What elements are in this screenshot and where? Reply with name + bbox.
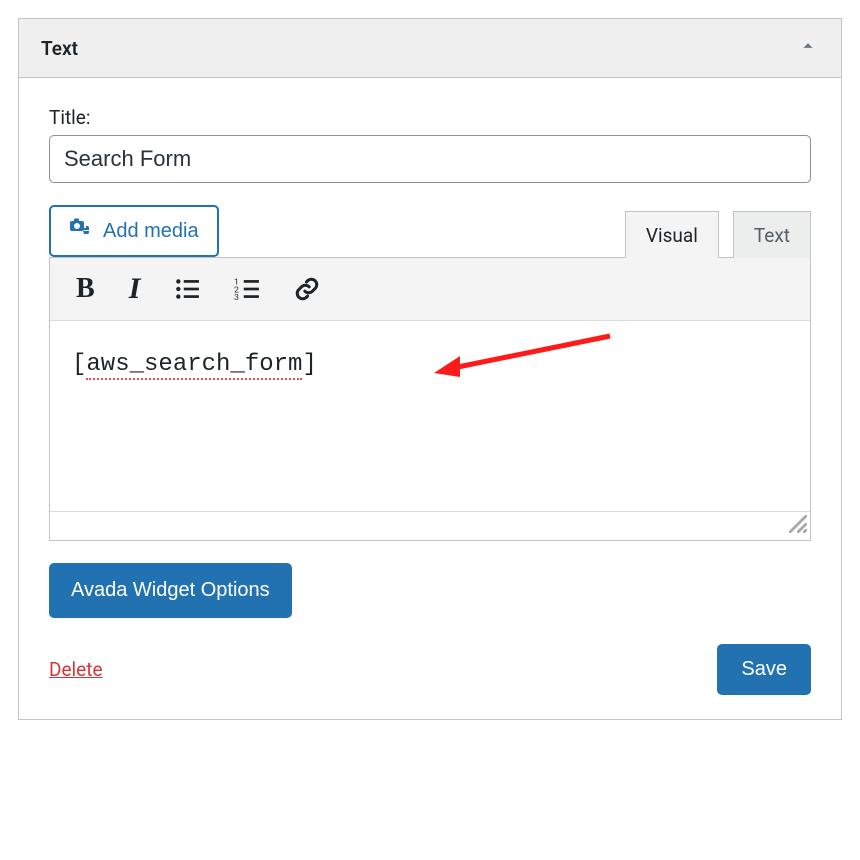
widget-title: Text xyxy=(41,37,78,60)
annotation-arrow xyxy=(430,331,620,385)
title-label: Title: xyxy=(49,106,811,129)
editor-content[interactable]: [aws_search_form] xyxy=(50,321,810,511)
numbered-list-button[interactable]: 123 xyxy=(234,276,260,302)
widget-footer: Delete Save xyxy=(49,644,811,695)
bulleted-list-button[interactable] xyxy=(174,276,200,302)
widget-header[interactable]: Text xyxy=(19,19,841,78)
resize-grip-icon[interactable] xyxy=(789,515,807,537)
tab-visual[interactable]: Visual xyxy=(625,211,719,258)
title-input[interactable] xyxy=(49,135,811,183)
italic-button[interactable]: I xyxy=(129,272,141,306)
shortcode-inner: aws_search_form xyxy=(86,351,302,380)
collapse-icon xyxy=(797,35,819,61)
delete-link[interactable]: Delete xyxy=(49,658,103,681)
tab-text[interactable]: Text xyxy=(733,211,811,258)
svg-text:3: 3 xyxy=(234,293,239,302)
camera-icon xyxy=(69,216,93,246)
text-widget-panel: Text Title: Add media Visual Text xyxy=(18,18,842,720)
bold-button[interactable]: B xyxy=(76,273,95,305)
editor: B I 123 [aws_search_form] xyxy=(49,257,811,541)
add-media-label: Add media xyxy=(103,220,199,243)
avada-widget-options-button[interactable]: Avada Widget Options xyxy=(49,563,292,618)
save-button[interactable]: Save xyxy=(717,644,811,695)
resize-strip xyxy=(50,511,810,540)
add-media-button[interactable]: Add media xyxy=(49,205,219,257)
link-button[interactable] xyxy=(294,276,320,302)
shortcode-text: [aws_search_form] xyxy=(72,351,317,380)
editor-toolbar: B I 123 xyxy=(50,258,810,321)
editor-tabs: Visual Text xyxy=(625,211,811,258)
widget-body: Title: Add media Visual Text B I xyxy=(19,78,841,719)
